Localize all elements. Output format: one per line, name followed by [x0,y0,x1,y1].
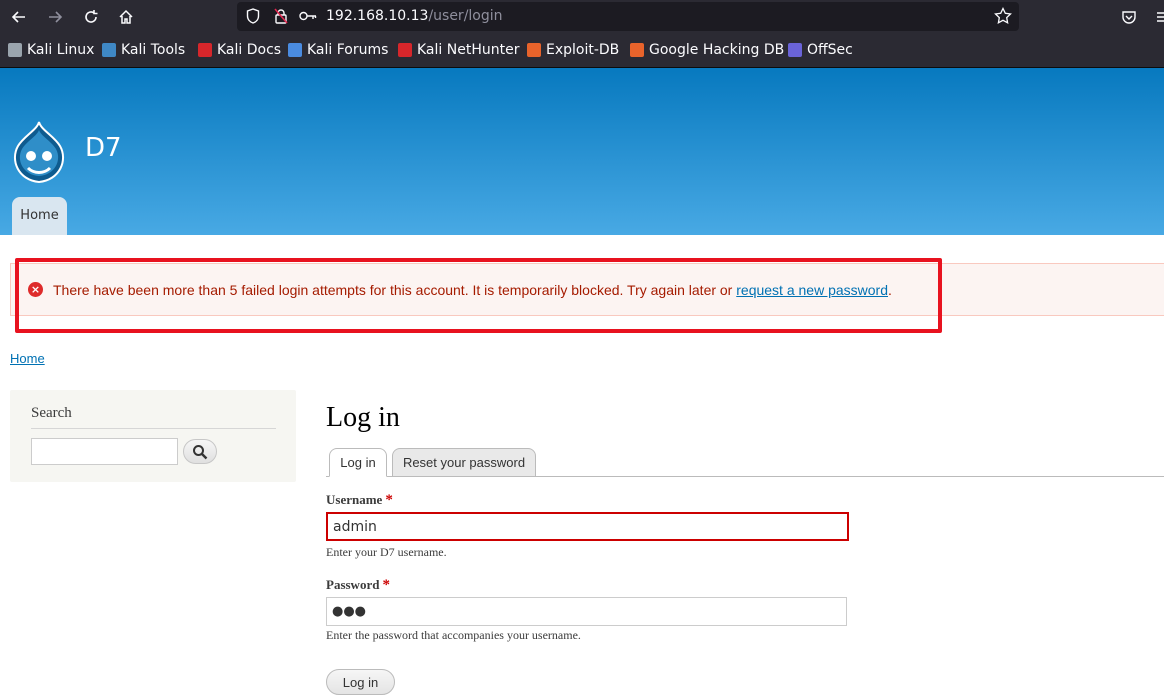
exploit-db-icon [527,43,541,57]
pocket-icon[interactable] [1116,4,1142,30]
kali-tools-icon [102,43,116,57]
bookmark-kali-linux[interactable]: Kali Linux [8,42,94,58]
shield-icon[interactable] [243,6,263,26]
bookmark-label: Exploit-DB [546,42,620,58]
bookmark-label: Kali Docs [217,42,282,58]
url-text[interactable]: 192.168.10.13/user/login [326,8,503,24]
bookmark-offsec[interactable]: OffSec [788,42,853,58]
sidebar-search-block: Search [10,390,296,482]
ghdb-icon [630,43,644,57]
tab-log-in[interactable]: Log in [329,448,387,477]
nethunter-icon [398,43,412,57]
password-description: Enter the password that accompanies your… [326,628,581,642]
error-message: There have been more than 5 failed login… [53,282,892,298]
password-label: Password * [326,577,390,594]
offsec-icon [788,43,802,57]
breadcrumb-home[interactable]: Home [10,351,45,366]
tab-reset-password[interactable]: Reset your password [392,448,536,477]
required-marker: * [382,577,390,593]
error-message-text: There have been more than 5 failed login… [53,282,737,298]
back-icon[interactable] [6,4,32,30]
username-field[interactable]: admin [326,512,849,541]
bookmark-kali-docs[interactable]: Kali Docs [198,42,281,58]
bookmark-kali-forums[interactable]: Kali Forums [288,42,388,58]
search-block-title: Search [31,405,72,421]
bookmark-label: Kali Forums [307,42,389,58]
username-description: Enter your D7 username. [326,545,447,559]
main-menu-home[interactable]: Home [12,197,67,235]
url-bar[interactable]: 192.168.10.13/user/login [237,2,1019,31]
key-icon[interactable] [298,6,318,26]
bookmark-label: OffSec [807,42,853,58]
error-x-icon: × [28,282,43,297]
reload-icon[interactable] [78,4,104,30]
bookmark-exploit-db[interactable]: Exploit-DB [527,42,619,58]
bookmark-label: Kali NetHunter [417,42,520,58]
password-field[interactable]: ●●● [326,597,847,626]
forward-icon[interactable] [42,4,68,30]
bookmark-kali-nethunter[interactable]: Kali NetHunter [398,42,519,58]
bookmark-label: Kali Linux [27,42,95,58]
url-path: /user/login [428,8,503,24]
url-host: 192.168.10.13 [326,8,429,24]
search-button[interactable] [183,439,217,464]
home-icon[interactable] [113,4,139,30]
search-input[interactable] [31,438,178,465]
username-label-text: Username [326,492,383,507]
star-icon[interactable] [993,6,1013,26]
drupal-logo[interactable] [10,120,68,184]
divider [31,428,276,429]
bookmark-label: Kali Tools [121,42,186,58]
kali-dragon-icon [8,43,22,57]
error-message-suffix: . [888,282,892,298]
kali-forums-icon [288,43,302,57]
username-label: Username * [326,492,393,509]
insecure-lock-icon[interactable] [271,6,291,26]
site-header: D7 Home [0,68,1164,235]
bookmark-label: Google Hacking DB [649,42,785,58]
bookmark-kali-tools[interactable]: Kali Tools [102,42,185,58]
menu-icon[interactable] [1150,4,1164,30]
site-name[interactable]: D7 [85,133,122,163]
magnifier-icon [193,444,208,459]
required-marker: * [385,492,393,508]
password-label-text: Password [326,577,380,592]
log-in-button[interactable]: Log in [326,669,395,695]
page-title: Log in [326,402,400,433]
kali-docs-icon [198,43,212,57]
bookmarks-bar: Kali Linux Kali Tools Kali Docs Kali For… [0,33,1164,68]
request-new-password-link[interactable]: request a new password [736,282,888,298]
bookmark-google-hacking-db[interactable]: Google Hacking DB [630,42,784,58]
browser-toolbar: 192.168.10.13/user/login [0,0,1164,33]
